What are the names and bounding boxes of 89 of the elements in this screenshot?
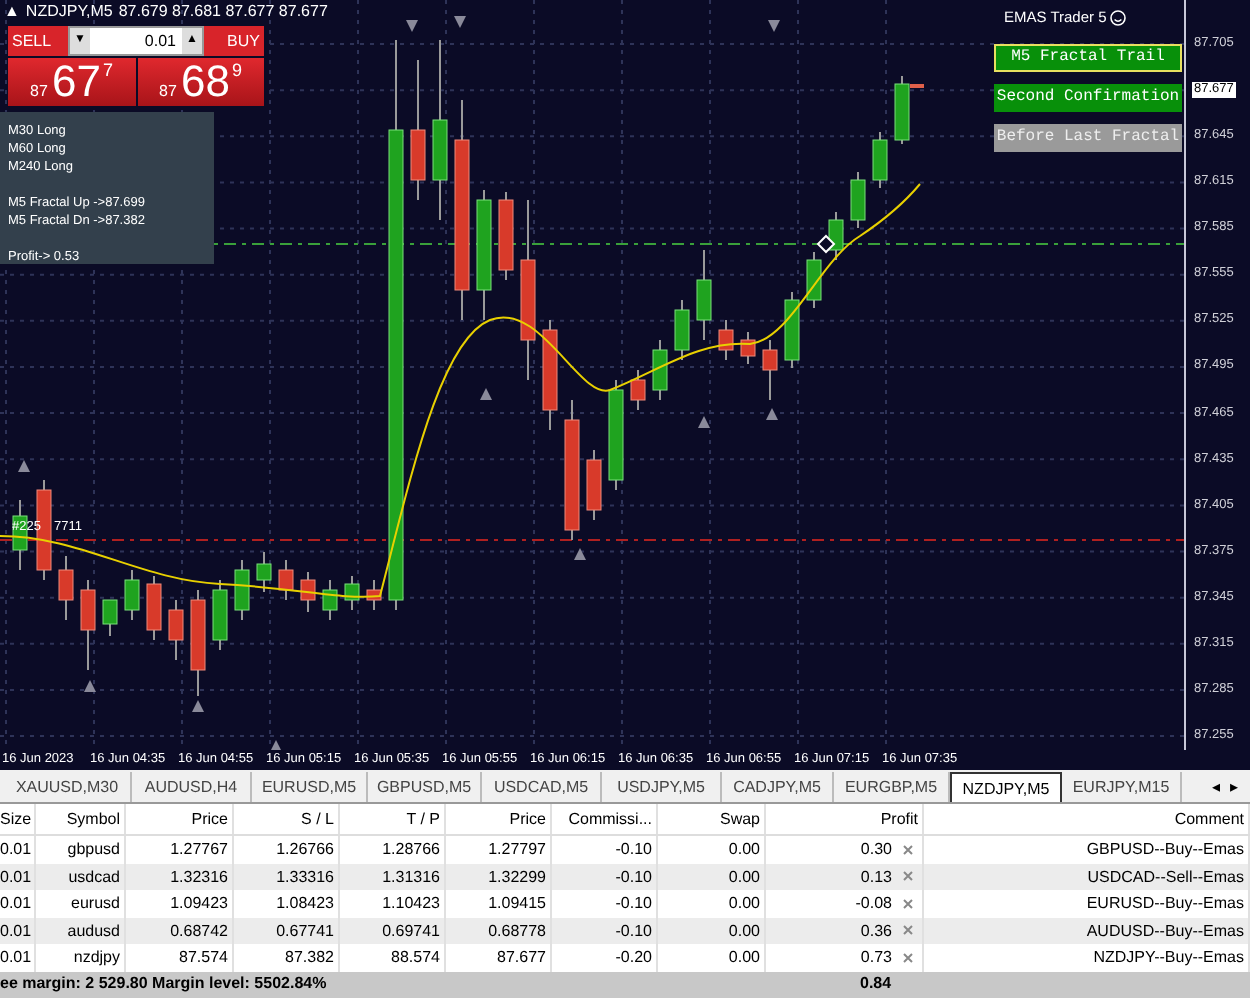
candle [344,575,360,611]
close-icon[interactable] [902,897,914,910]
down-arrow-icon [768,20,780,32]
up-arrow-icon [480,388,492,400]
chart-tab[interactable]: USDJPY,M5 [602,772,722,802]
up-arrow-icon [574,548,586,560]
chart-tab[interactable]: AUDUSD,H4 [132,772,252,802]
table-cell-text: 0.73 [860,946,892,970]
table-cell-text: 0.36 [860,919,892,943]
chart-tab[interactable]: GBPUSD,M5 [368,772,482,802]
candle [784,291,800,369]
close-icon[interactable] [902,843,914,856]
candle [300,571,316,613]
candle [256,551,272,593]
candle [872,131,888,189]
down-arrow-icon [406,20,418,32]
table-cell-text: 0.13 [860,865,892,889]
indicator-button[interactable]: M5 Fractal Trail [994,44,1182,72]
chart-tab[interactable]: CADJPY,M5 [722,772,834,802]
symbol-title: NZDJPY,M5 [25,0,113,22]
indicator-button[interactable]: Second Confirmation [994,84,1182,112]
candle [762,339,778,401]
candle [850,171,866,229]
candle [102,599,118,637]
table-cell-text: 0.30 [860,838,892,862]
candle [828,211,844,261]
candle [322,579,338,621]
ohlc-values: 87.679 87.681 87.677 87.677 [118,0,328,22]
candle [696,249,712,341]
candle [58,555,74,621]
candle [806,251,822,309]
candle [278,559,294,601]
candle [476,189,492,321]
candle [608,379,624,491]
total-profit: 0.84 [860,972,892,997]
buy-button[interactable]: BUY [204,26,264,56]
down-arrow-icon [454,16,466,28]
column-header[interactable]: T / P [340,804,446,834]
candle [212,579,228,651]
candle [894,75,910,145]
column-header[interactable]: Profit [766,804,924,834]
chart-tab[interactable]: XAUUSD,M30 [4,772,132,802]
column-header[interactable]: Symbol [36,804,126,834]
collapse-arrow-icon[interactable]: ▲ [4,0,20,22]
lot-size-value: 0.01 [142,29,178,53]
up-arrow-icon [192,700,204,712]
candle [146,575,162,641]
chart-tab[interactable]: USDCAD,M5 [482,772,602,802]
smiley-icon [1110,9,1127,26]
column-header[interactable]: Commissi... [552,804,658,834]
up-arrow-icon [698,416,710,428]
up-arrow-icon [766,408,778,420]
candle [586,449,602,521]
candle [80,579,96,671]
candle [630,369,646,411]
candle [190,589,206,697]
chart-tab[interactable]: EURJPY,M15 [1062,772,1182,802]
tab-scroll-button[interactable]: ▸ [1230,772,1238,802]
candle [542,319,558,431]
diamond-marker [816,234,836,254]
candle [652,339,668,401]
candle [366,579,382,611]
close-icon[interactable] [902,870,914,883]
tab-scroll-button[interactable]: ◂ [1212,772,1220,802]
up-arrow-icon [84,680,96,692]
table-cell-text: -0.08 [855,892,892,916]
candle [234,559,250,621]
sell-button[interactable]: SELL [8,26,68,56]
column-header[interactable]: Size [0,804,36,834]
column-header[interactable]: Comment [924,804,1250,834]
candle [124,569,140,621]
margin-summary: ee margin: 2 529.80 Margin level: 5502.84% [0,972,327,997]
candle [674,299,690,361]
candle [564,399,580,541]
column-header[interactable]: Swap [658,804,766,834]
close-icon[interactable] [902,924,914,937]
chart-tab[interactable]: EURUSD,M5 [252,772,368,802]
column-header[interactable]: Price [126,804,234,834]
price-marker [910,84,924,88]
column-header[interactable]: Price [446,804,552,834]
candle [498,191,514,281]
column-header[interactable]: S / L [234,804,340,834]
candle [718,319,734,361]
chart-tab[interactable]: NZDJPY,M5 [950,772,1062,802]
candle [168,599,184,661]
up-arrow-icon [18,460,30,472]
close-icon[interactable] [902,951,914,964]
candle [740,331,756,365]
candle [410,59,426,201]
